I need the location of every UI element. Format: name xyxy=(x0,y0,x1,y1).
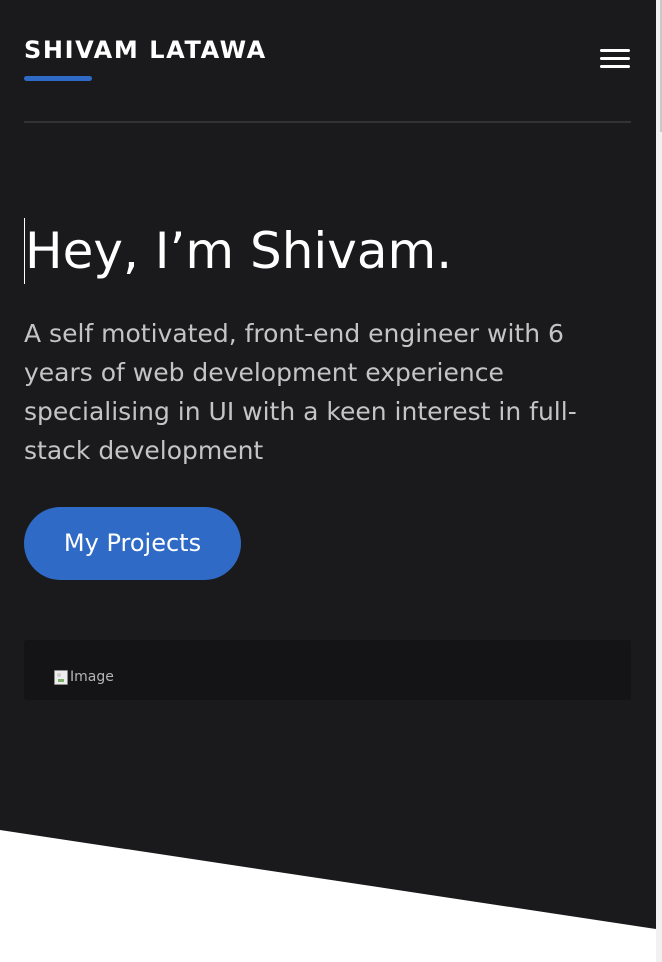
hamburger-menu-icon xyxy=(600,57,630,60)
hamburger-menu-icon xyxy=(600,65,630,68)
header-divider xyxy=(24,121,631,123)
hero-image: Image xyxy=(24,640,631,700)
my-projects-button[interactable]: My Projects xyxy=(24,507,241,580)
hero-headline: Hey, I’m Shivam. xyxy=(24,218,452,284)
hamburger-menu-icon xyxy=(600,49,630,52)
image-alt-text: Image xyxy=(70,669,114,685)
hero-section xyxy=(0,0,656,929)
hero-intro: A self motivated, front-end engineer wit… xyxy=(24,319,577,465)
brand-underline xyxy=(24,76,92,81)
site-brand[interactable]: SHIVAM LATAWA xyxy=(24,36,267,64)
broken-image-icon xyxy=(54,670,68,685)
menu-button[interactable] xyxy=(598,46,632,74)
scrollbar-track[interactable] xyxy=(656,0,662,962)
